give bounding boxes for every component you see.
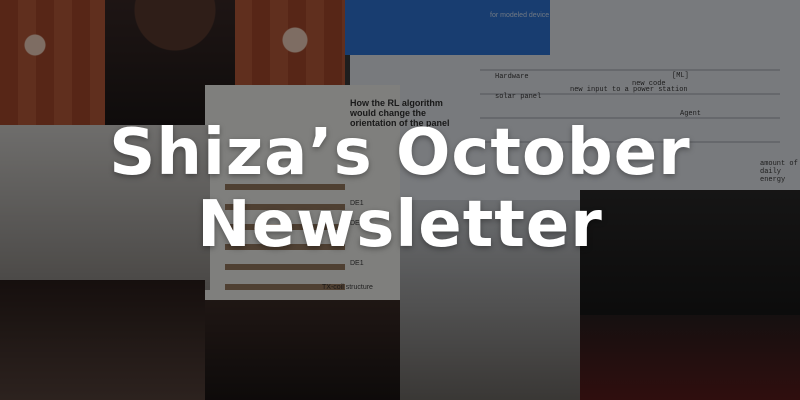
headline: Shiza’s October Newsletter: [0, 118, 800, 262]
headline-line-2: Newsletter: [197, 188, 603, 262]
newsletter-hero: How the RL algorithm would change the or…: [0, 0, 800, 400]
headline-line-1: Shiza’s October: [109, 116, 691, 190]
